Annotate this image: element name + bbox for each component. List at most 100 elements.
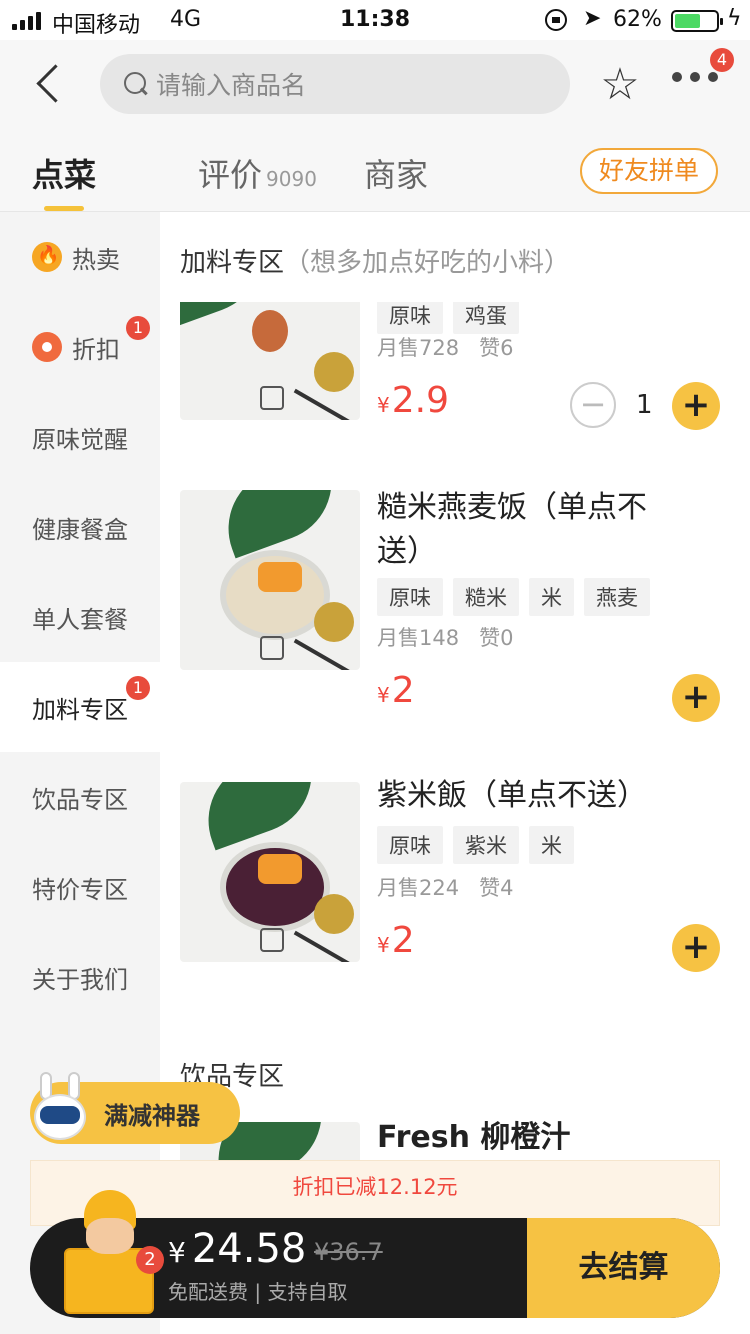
battery-percent: 62% [613,7,662,32]
likes: 赞6 [479,336,514,360]
item-tags: 原味 糙米 米 燕麦 [377,578,650,616]
item-name: Fresh 柳橙汁 [377,1120,571,1155]
item-image [180,782,360,962]
sidebar-item-label: 折扣 [72,335,120,364]
item-name: 紫米飯（单点不送） [377,778,647,813]
currency-symbol: ¥ [377,393,390,417]
section-title-text: 加料专区 [180,248,285,278]
sidebar-item-healthy-box[interactable]: 健康餐盒 [0,482,160,572]
fire-icon [32,242,62,272]
item-tag: 原味 [377,826,443,864]
monthly-sales: 月售224 [377,876,460,900]
sidebar-item-label: 关于我们 [32,965,128,994]
item-quantity: 1 [636,390,653,420]
menu-item[interactable]: 原味 鸡蛋 月售728 赞6 ¥2.9 − 1 + [180,302,740,432]
checkout-button[interactable]: 去结算 [527,1218,720,1318]
section-subtitle: （想多加点好吃的小料） [284,248,571,278]
item-sales: 月售148 赞0 [377,622,513,652]
likes: 赞4 [479,876,514,900]
sidebar-item-hot[interactable]: 热卖 [0,212,160,302]
sidebar-item-label: 单人套餐 [32,605,128,634]
price-value: 2 [391,670,415,711]
price-value: 2.9 [391,380,449,421]
currency-symbol: ¥ [377,933,390,957]
item-tag: 糙米 [453,578,519,616]
currency-symbol: ¥ [168,1236,186,1269]
search-icon [124,72,148,96]
item-tags: 原味 紫米 米 [377,826,574,864]
status-bar: 中国移动 4G 11:38 ➤ 62% ϟ [0,0,750,40]
sidebar-item-about[interactable]: 关于我们 [0,932,160,1022]
tab-reviews[interactable]: 评价 9090 [198,150,317,196]
sidebar-item-label: 原味觉醒 [32,425,128,454]
search-input[interactable]: 请输入商品名 [100,54,570,114]
tab-order[interactable]: 点菜 [32,150,96,196]
item-tag: 原味 [377,578,443,616]
sidebar-item-drinks[interactable]: 饮品专区 [0,752,160,842]
item-price: ¥2 [377,920,415,961]
page: 中国移动 4G 11:38 ➤ 62% ϟ 请输入商品名 ☆ 4 点菜 评价 90… [0,0,750,1334]
menu-item[interactable]: 糙米燕麦饭（单点不送） 原味 糙米 米 燕麦 月售148 赞0 ¥2 + [180,490,740,722]
location-icon: ➤ [583,6,602,31]
battery-icon [671,10,723,32]
more-badge: 4 [710,48,734,72]
discount-icon [32,332,62,362]
cart-original-price: ¥36.7 [314,1238,383,1266]
add-to-cart-button[interactable]: + [672,674,720,722]
likes: 赞0 [479,626,514,650]
sidebar-item-original[interactable]: 原味觉醒 [0,392,160,482]
cart-total-value: 24.58 [191,1226,307,1272]
item-price: ¥2.9 [377,380,449,421]
review-count: 9090 [266,167,317,191]
friend-group-order-button[interactable]: 好友拼单 [580,148,718,194]
tab-label: 商家 [364,156,429,194]
item-tag: 紫米 [453,826,519,864]
back-icon[interactable] [30,64,70,104]
cart-count-badge: 2 [136,1246,164,1274]
item-tag: 鸡蛋 [453,302,519,334]
header: 请输入商品名 ☆ 4 [0,40,750,130]
item-tags: 原味 鸡蛋 [377,302,519,334]
menu-item[interactable]: 紫米飯（单点不送） 原味 紫米 米 月售224 赞4 ¥2 + [180,778,740,972]
tab-label: 评价 [198,156,263,194]
sidebar-item-single-set[interactable]: 单人套餐 [0,572,160,662]
add-to-cart-button[interactable]: + [672,924,720,972]
tab-label: 点菜 [32,156,97,194]
sidebar-item-discount[interactable]: 折扣 1 [0,302,160,392]
more-icon[interactable] [672,72,718,82]
robot-mascot-icon [32,1072,88,1142]
item-price: ¥2 [377,670,415,711]
decrease-quantity-button[interactable]: − [570,382,616,428]
section-title-addons: 加料专区（想多加点好吃的小料） [180,242,570,279]
sidebar-item-label: 特价专区 [32,875,128,904]
charging-icon: ϟ [727,6,742,31]
sidebar-item-label: 健康餐盒 [32,515,128,544]
sidebar-item-label: 饮品专区 [32,785,128,814]
sidebar-badge: 1 [126,316,150,340]
tab-bar: 点菜 评价 9090 商家 好友拼单 [0,130,750,212]
search-placeholder: 请输入商品名 [156,71,307,100]
monthly-sales: 月售148 [377,626,460,650]
item-tag: 米 [529,826,574,864]
monthly-sales: 月售728 [377,336,460,360]
item-sales: 月售728 赞6 [377,332,513,362]
discount-text: 折扣已减12.12元 [292,1175,458,1199]
tab-active-indicator [44,206,84,211]
sidebar-item-label: 加料专区 [32,695,128,724]
cart-delivery-note: 免配送费 | 支持自取 [168,1280,348,1304]
cart-total: ¥24.58 [168,1226,306,1272]
tab-merchant[interactable]: 商家 [364,150,428,196]
add-to-cart-button[interactable]: + [672,382,720,430]
item-sales: 月售224 赞4 [377,872,513,902]
item-image [180,490,360,670]
sidebar-badge: 1 [126,676,150,700]
sidebar-item-specials[interactable]: 特价专区 [0,842,160,932]
item-tag: 原味 [377,302,443,334]
sidebar-item-label: 热卖 [72,245,120,274]
price-value: 2 [391,920,415,961]
rotation-lock-icon [545,9,567,31]
sidebar-item-addons[interactable]: 加料专区 1 [0,662,160,752]
item-tag: 燕麦 [584,578,650,616]
item-name: 糙米燕麦饭（单点不送） [377,490,647,569]
favorite-star-icon[interactable]: ☆ [595,60,645,110]
